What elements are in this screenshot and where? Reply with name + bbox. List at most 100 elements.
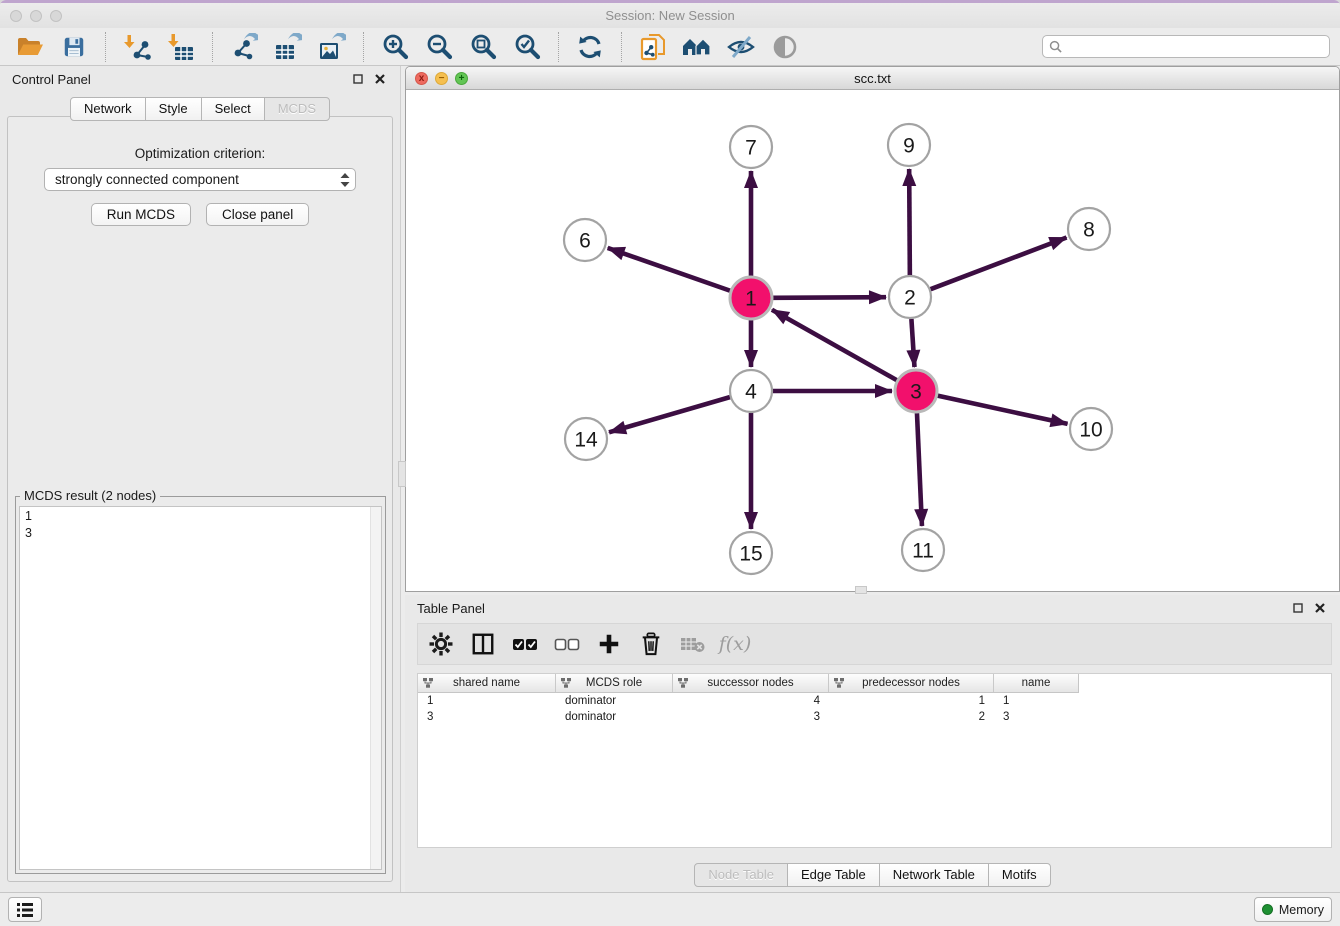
close-window-button[interactable]	[10, 10, 22, 22]
export-table-button[interactable]	[268, 31, 308, 63]
deselect-all-button[interactable]	[552, 629, 582, 659]
split-panel-button[interactable]	[468, 629, 498, 659]
graph-node-10[interactable]: 10	[1070, 408, 1112, 450]
mcds-result-groupbox: MCDS result (2 nodes) 13	[15, 496, 386, 874]
graph-node-14[interactable]: 14	[565, 418, 607, 460]
add-column-button[interactable]	[594, 629, 624, 659]
table-cell[interactable]: 3	[673, 711, 829, 723]
tab-network-table[interactable]: Network Table	[879, 863, 989, 887]
close-panel-action-button[interactable]: Close panel	[206, 203, 309, 226]
delete-table-button[interactable]	[678, 629, 708, 659]
close-panel-button[interactable]	[372, 71, 388, 87]
export-image-button[interactable]	[312, 31, 352, 63]
task-history-button[interactable]	[8, 897, 42, 922]
hide-selected-button[interactable]	[721, 31, 761, 63]
tab-select[interactable]: Select	[201, 97, 265, 121]
criterion-dropdown[interactable]: strongly connected component	[44, 168, 356, 191]
table-cell[interactable]: 3	[994, 711, 1078, 723]
delete-table-icon	[680, 634, 706, 654]
graph-edge-3-11[interactable]	[917, 413, 922, 526]
graph-edge-4-14[interactable]	[609, 397, 730, 432]
window-controls	[10, 10, 62, 22]
new-network-from-selection-button[interactable]	[633, 31, 673, 63]
mcds-result-text[interactable]: 13	[19, 506, 382, 870]
graph-node-9[interactable]: 9	[888, 124, 930, 166]
graph-node-1[interactable]: 1	[730, 277, 772, 319]
table-cell[interactable]: 1	[994, 695, 1078, 707]
minimize-view-button[interactable]: −	[435, 72, 448, 85]
zoom-out-button[interactable]	[419, 31, 459, 63]
table-cell[interactable]: 3	[418, 711, 556, 723]
import-table-button[interactable]	[161, 31, 201, 63]
first-neighbors-button[interactable]	[677, 31, 717, 63]
table-cell[interactable]: 2	[829, 711, 994, 723]
graph-edge-2-9[interactable]	[909, 169, 910, 275]
table-cell[interactable]: dominator	[556, 695, 673, 707]
zoom-window-button[interactable]	[50, 10, 62, 22]
table-cell[interactable]: 1	[829, 695, 994, 707]
close-view-button[interactable]: x	[415, 72, 428, 85]
node-table[interactable]: shared nameMCDS rolesuccessor nodesprede…	[417, 673, 1332, 848]
select-all-button[interactable]	[510, 629, 540, 659]
float-table-panel-button[interactable]	[1290, 600, 1306, 616]
zoom-fit-button[interactable]	[463, 31, 503, 63]
import-table-icon	[167, 33, 195, 61]
graph-node-15[interactable]: 15	[730, 532, 772, 574]
run-mcds-button[interactable]: Run MCDS	[91, 203, 191, 226]
control-panel-title: Control Panel	[12, 72, 91, 87]
memory-button[interactable]: Memory	[1254, 897, 1332, 922]
table-row[interactable]: 3dominator323	[418, 709, 1331, 725]
splitter-handle-vertical[interactable]	[398, 461, 406, 487]
minimize-window-button[interactable]	[30, 10, 42, 22]
zoom-in-button[interactable]	[375, 31, 415, 63]
graph-node-4[interactable]: 4	[730, 370, 772, 412]
graph-node-3[interactable]: 3	[895, 370, 937, 412]
tab-mcds[interactable]: MCDS	[264, 97, 330, 121]
tab-motifs[interactable]: Motifs	[988, 863, 1051, 887]
graph-node-8[interactable]: 8	[1068, 208, 1110, 250]
node-label: 10	[1079, 419, 1102, 442]
table-cell[interactable]: 4	[673, 695, 829, 707]
zoom-view-button[interactable]: +	[455, 72, 468, 85]
graph-node-11[interactable]: 11	[902, 529, 944, 571]
graph-edge-3-1[interactable]	[772, 310, 897, 380]
column-header-shared-name[interactable]: shared name	[418, 674, 556, 692]
table-settings-button[interactable]	[426, 629, 456, 659]
delete-columns-button[interactable]	[636, 629, 666, 659]
float-panel-button[interactable]	[350, 71, 366, 87]
table-cell[interactable]: 1	[418, 695, 556, 707]
save-session-button[interactable]	[54, 31, 94, 63]
search-input[interactable]	[1066, 39, 1323, 55]
show-all-button[interactable]	[765, 31, 805, 63]
open-session-button[interactable]	[10, 31, 50, 63]
column-header-name[interactable]: name	[994, 674, 1078, 692]
tab-network[interactable]: Network	[70, 97, 146, 121]
splitter-handle-horizontal[interactable]	[855, 586, 867, 594]
graph-node-6[interactable]: 6	[564, 219, 606, 261]
column-header-mcds-role[interactable]: MCDS role	[556, 674, 673, 692]
function-builder-button[interactable]: f(x)	[720, 629, 750, 659]
zoom-selected-button[interactable]	[507, 31, 547, 63]
graph-edge-3-10[interactable]	[937, 396, 1067, 424]
refresh-layout-button[interactable]	[570, 31, 610, 63]
search-field[interactable]	[1042, 35, 1330, 58]
toolbar-separator	[363, 32, 364, 62]
graph-node-2[interactable]: 2	[889, 276, 931, 318]
export-network-button[interactable]	[224, 31, 264, 63]
column-header-predecessor-nodes[interactable]: predecessor nodes	[829, 674, 994, 692]
graph-edge-2-8[interactable]	[931, 238, 1067, 290]
tab-edge-table[interactable]: Edge Table	[787, 863, 880, 887]
network-canvas[interactable]: 1 2 3 4 6 7 8 9 10 11 14 15	[406, 90, 1339, 591]
close-table-panel-button[interactable]	[1312, 600, 1328, 616]
column-header-successor-nodes[interactable]: successor nodes	[673, 674, 829, 692]
import-network-button[interactable]	[117, 31, 157, 63]
graph-edge-1-2[interactable]	[773, 297, 886, 298]
graph-node-7[interactable]: 7	[730, 126, 772, 168]
table-cell[interactable]: dominator	[556, 711, 673, 723]
graph-edge-1-6[interactable]	[608, 248, 731, 291]
tab-style[interactable]: Style	[145, 97, 202, 121]
graph-edge-2-3[interactable]	[911, 319, 914, 367]
result-scrollbar[interactable]	[370, 507, 381, 869]
table-row[interactable]: 1dominator411	[418, 693, 1331, 709]
tab-node-table[interactable]: Node Table	[694, 863, 788, 887]
